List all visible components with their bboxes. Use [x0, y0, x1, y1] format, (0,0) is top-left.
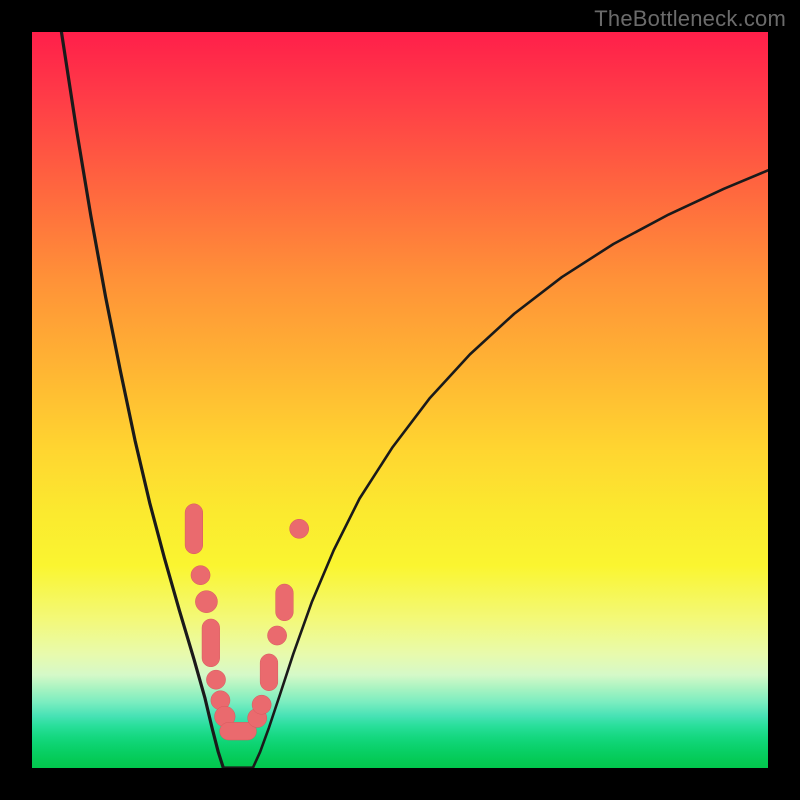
marker-pill-vertical [185, 504, 203, 554]
marker-pill-vertical [260, 654, 278, 691]
marker-pill-vertical [276, 584, 294, 621]
chart-svg [32, 32, 768, 768]
marker-dot [191, 566, 210, 585]
marker-dot [195, 591, 217, 613]
marker-pill-vertical [202, 619, 220, 667]
chart-frame: TheBottleneck.com [0, 0, 800, 800]
marker-dot [290, 519, 309, 538]
watermark-text: TheBottleneck.com [594, 6, 786, 32]
plot-area [32, 32, 768, 768]
marker-dot [206, 670, 225, 689]
marker-dot [252, 695, 271, 714]
curve-right-curve [253, 170, 768, 768]
marker-dot [268, 626, 287, 645]
curve-left-curve [61, 32, 223, 768]
